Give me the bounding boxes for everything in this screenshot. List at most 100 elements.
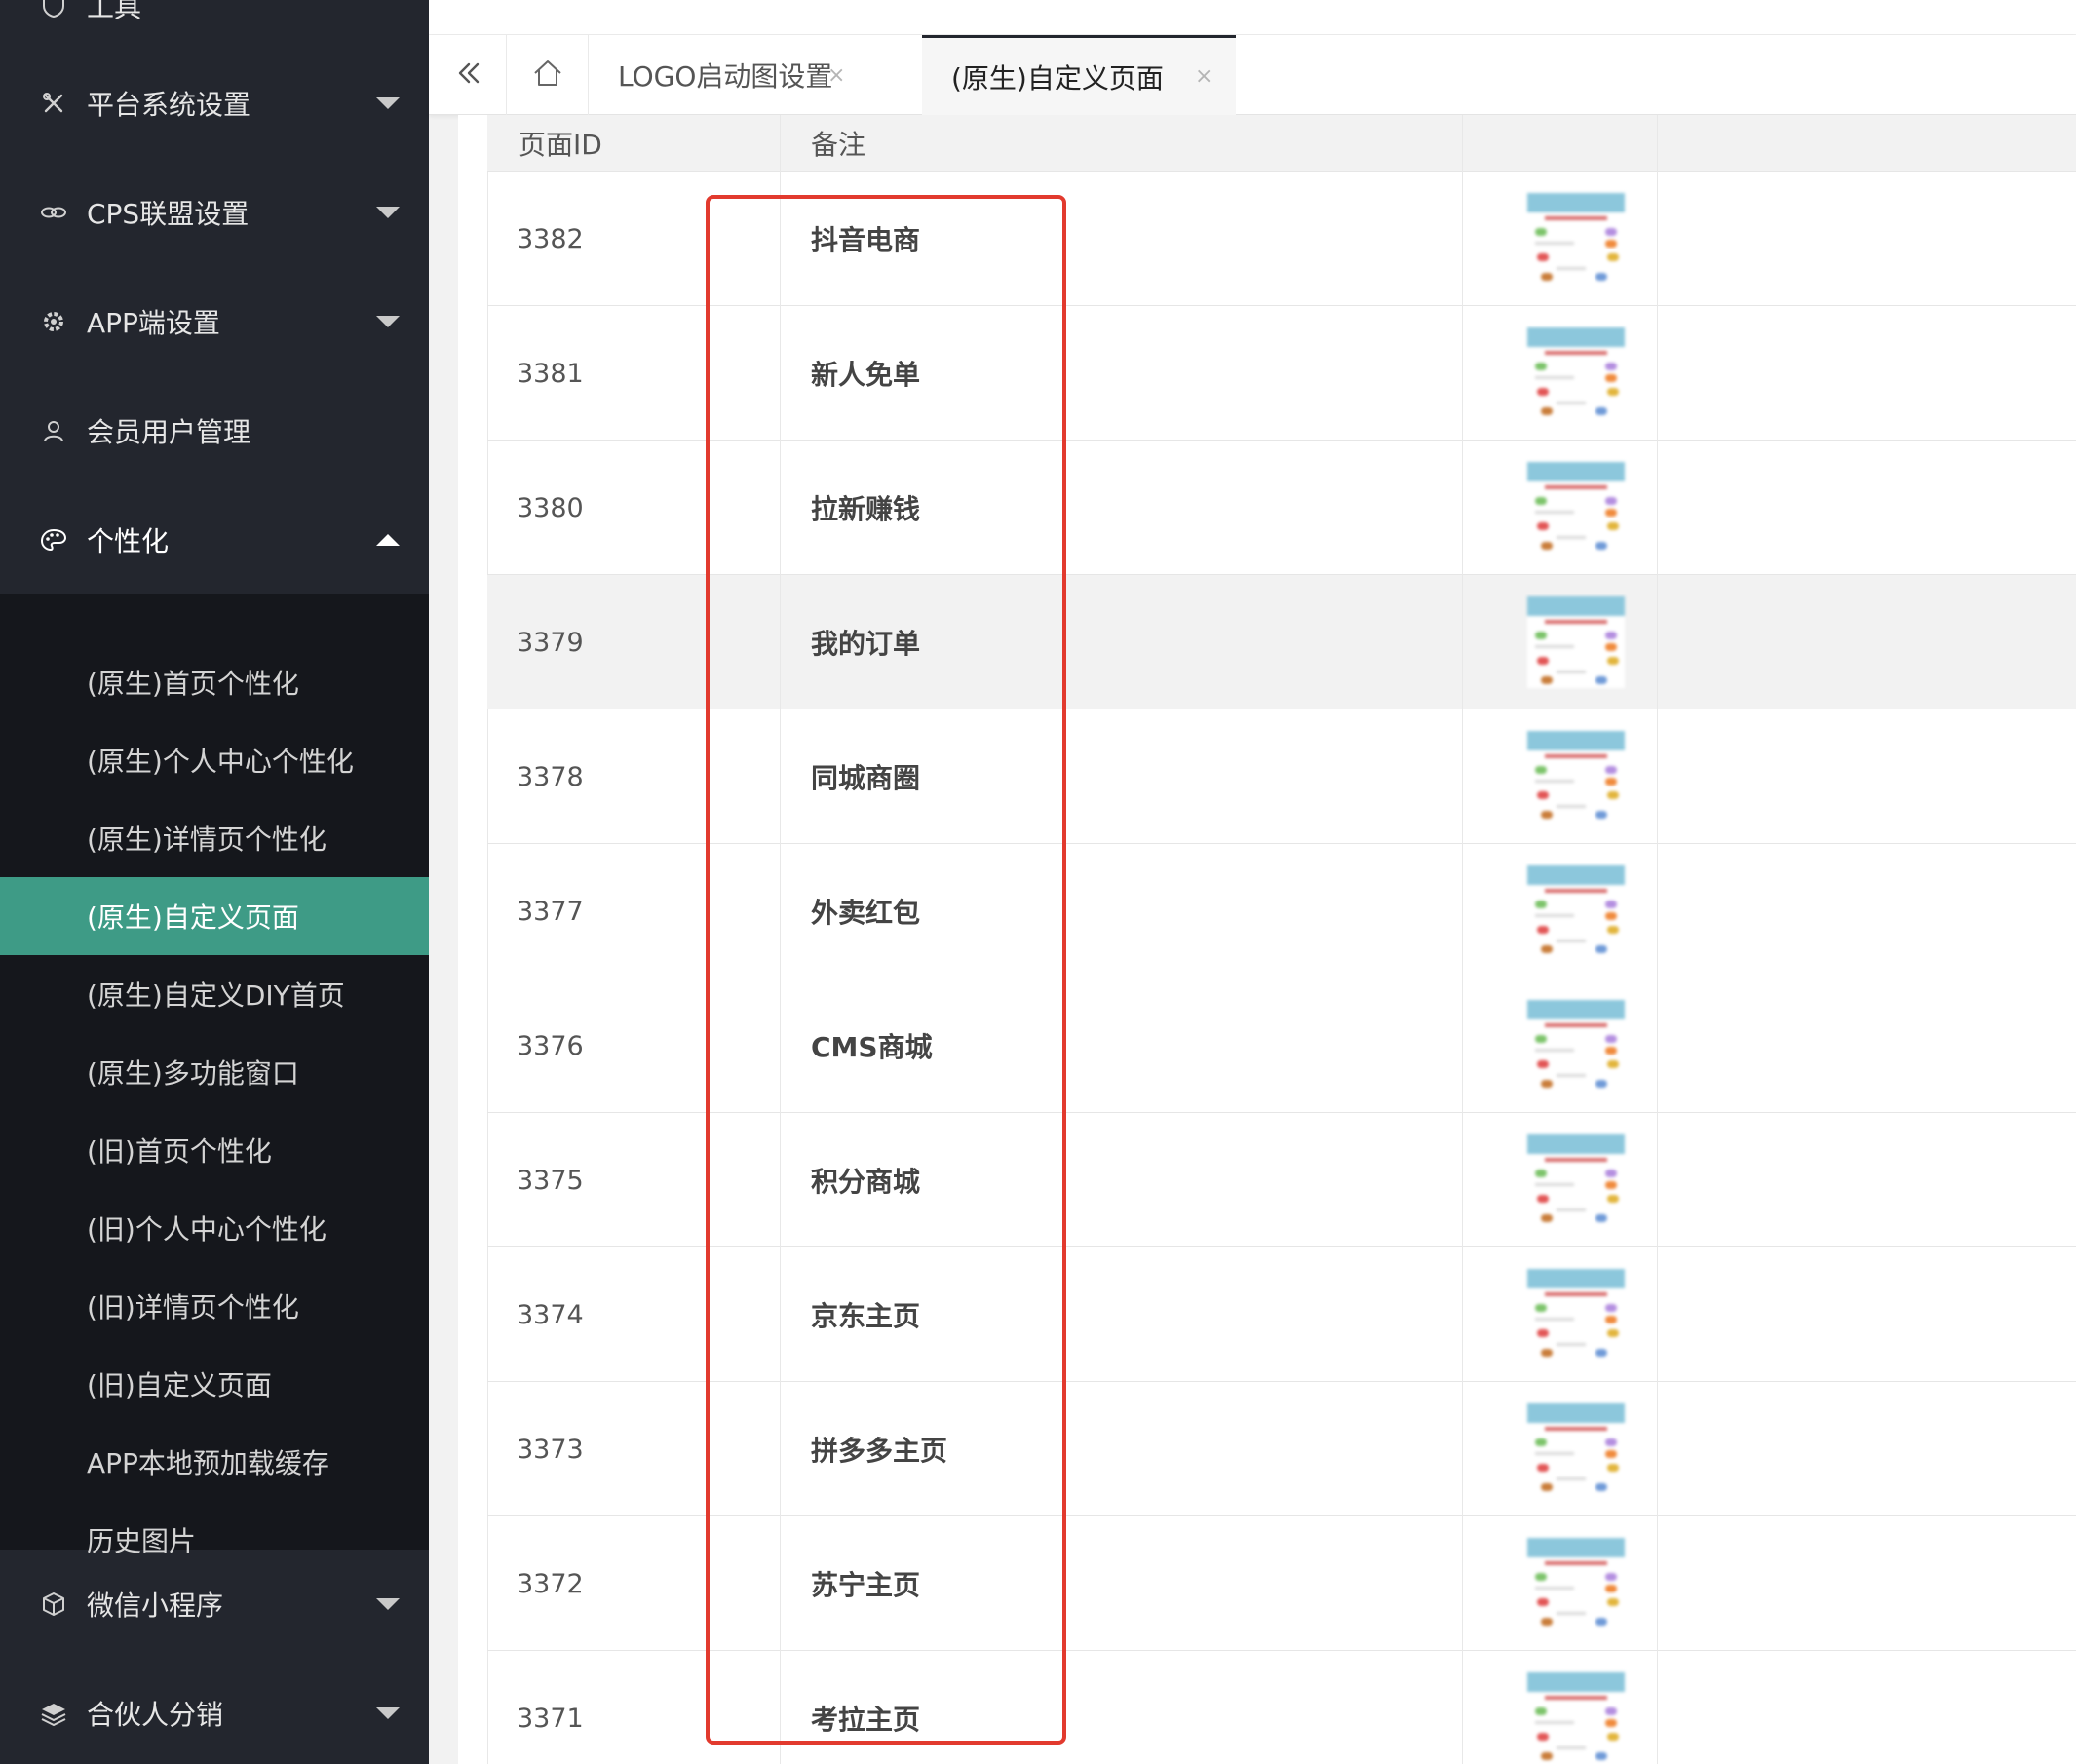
tab-native-custom-page[interactable]: (原生)自定义页面 × [922,35,1236,115]
cell-note: CMS商城 [811,1031,933,1063]
submenu-item[interactable]: (原生)自定义DIY首页 [0,955,429,1033]
page-preview-thumbnail[interactable] [1527,1269,1625,1361]
sidebar-item-label: CPS联盟设置 [87,198,250,230]
page-preview-thumbnail[interactable] [1527,1403,1625,1495]
table-row[interactable]: 3375 积分商城 [487,1113,2076,1247]
sidebar-item-platform-settings[interactable]: 平台系统设置 [0,49,429,158]
cell-note: 京东主页 [811,1300,921,1332]
sidebar-item-label: 微信小程序 [87,1590,224,1622]
tab-bar: LOGO启动图设置 × (原生)自定义页面 × [429,35,2076,115]
submenu-item[interactable]: (原生)个人中心个性化 [0,721,429,799]
cell-note: 新人免单 [811,359,921,391]
page-preview-thumbnail[interactable] [1527,731,1625,823]
home-icon [532,58,563,92]
table-row[interactable]: 3378 同城商圈 [487,709,2076,844]
column-divider [1657,115,1658,1764]
table-header: 页面ID 备注 [487,115,2076,172]
submenu-item[interactable]: APP本地预加载缓存 [0,1423,429,1501]
page-preview-thumbnail[interactable] [1527,1000,1625,1092]
chevron-down-icon [376,97,400,109]
main-content: 页面ID 备注 3382 抖音电商 3381 新人免单 3380 拉新赚钱 3379 我的订单… [458,115,2076,1764]
gear-icon [37,305,70,338]
submenu-item[interactable]: (原生)详情页个性化 [0,799,429,877]
cell-page-id: 3373 [517,1434,584,1465]
page-preview-thumbnail[interactable] [1527,1672,1625,1764]
user-icon [37,414,70,447]
shield-icon [37,0,70,22]
sidebar-item-cps-settings[interactable]: CPS联盟设置 [0,158,429,267]
sidebar-item-label: 合伙人分销 [87,1699,224,1731]
sidebar-item-label: APP端设置 [87,307,220,339]
cell-page-id: 3381 [517,358,584,389]
sidebar-item-label: 个性化 [87,525,170,557]
cell-note: 考拉主页 [811,1704,921,1736]
cell-note: 同城商圈 [811,762,921,794]
page-preview-thumbnail[interactable] [1527,596,1625,688]
collapse-sidebar-button[interactable] [429,35,507,115]
cell-note: 我的订单 [811,628,921,660]
top-header [429,0,2076,35]
submenu-item[interactable]: (原生)多功能窗口 [0,1033,429,1111]
cell-page-id: 3376 [517,1030,584,1061]
submenu-item[interactable]: (旧)个人中心个性化 [0,1189,429,1267]
cell-note: 苏宁主页 [811,1569,921,1601]
sidebar-item-wechat-miniprogram[interactable]: 微信小程序 [0,1550,429,1659]
sidebar-item-label: 平台系统设置 [87,89,251,121]
chevron-down-icon [376,316,400,327]
chevron-down-icon [376,207,400,218]
double-chevron-left-icon [453,58,482,92]
cell-page-id: 3375 [517,1165,584,1196]
cell-page-id: 3371 [517,1703,584,1734]
cell-note: 拉新赚钱 [811,493,921,525]
table-row[interactable]: 3372 苏宁主页 [487,1516,2076,1651]
cell-page-id: 3379 [517,627,584,658]
table-row[interactable]: 3373 拼多多主页 [487,1382,2076,1516]
sidebar-item-member-management[interactable]: 会员用户管理 [0,376,429,485]
cell-note: 抖音电商 [811,224,921,256]
table-row[interactable]: 3382 抖音电商 [487,172,2076,306]
table-row[interactable]: 3371 考拉主页 [487,1651,2076,1764]
table-row[interactable]: 3380 拉新赚钱 [487,441,2076,575]
layers-icon [37,1697,70,1730]
submenu-item-active[interactable]: (原生)自定义页面 [0,877,429,955]
sidebar-item-label: 会员用户管理 [87,416,251,448]
sidebar-item-personalization[interactable]: 个性化 [0,485,429,594]
tab-logo-splash-settings[interactable]: LOGO启动图设置 × [589,35,864,115]
link-icon [37,196,70,229]
sidebar-item-app-settings[interactable]: APP端设置 [0,267,429,376]
submenu-item[interactable]: (旧)自定义页面 [0,1345,429,1423]
table-row[interactable]: 3374 京东主页 [487,1247,2076,1382]
cell-page-id: 3372 [517,1568,584,1599]
tab-label: (原生)自定义页面 [951,61,1164,95]
page-preview-thumbnail[interactable] [1527,327,1625,419]
column-header-note: 备注 [811,129,866,161]
close-icon[interactable]: × [827,63,845,88]
table-row[interactable]: 3377 外卖红包 [487,844,2076,978]
column-divider [780,115,781,1764]
column-divider [1462,115,1463,1764]
cell-page-id: 3382 [517,223,584,254]
page-preview-thumbnail[interactable] [1527,193,1625,285]
chevron-down-icon [376,1598,400,1610]
close-icon[interactable]: × [1195,64,1212,89]
cell-note: 积分商城 [811,1166,921,1198]
page-preview-thumbnail[interactable] [1527,1538,1625,1630]
palette-icon [37,523,70,556]
cube-icon [37,1588,70,1621]
page-preview-thumbnail[interactable] [1527,865,1625,957]
tab-home[interactable] [507,35,589,115]
sidebar-item-partner-distribution[interactable]: 合伙人分销 [0,1659,429,1764]
table-row[interactable]: 3376 CMS商城 [487,978,2076,1113]
submenu-item[interactable]: (旧)首页个性化 [0,1111,429,1189]
table-row[interactable]: 3379 我的订单 [487,575,2076,709]
cell-page-id: 3378 [517,761,584,792]
cell-note: 拼多多主页 [811,1435,948,1467]
page-preview-thumbnail[interactable] [1527,462,1625,554]
submenu-item[interactable]: (原生)首页个性化 [0,643,429,721]
chevron-up-icon [376,534,400,546]
cell-page-id: 3377 [517,896,584,927]
table-row[interactable]: 3381 新人免单 [487,306,2076,441]
page-preview-thumbnail[interactable] [1527,1134,1625,1226]
submenu-item[interactable]: (旧)详情页个性化 [0,1267,429,1345]
chevron-down-icon [376,1707,400,1719]
